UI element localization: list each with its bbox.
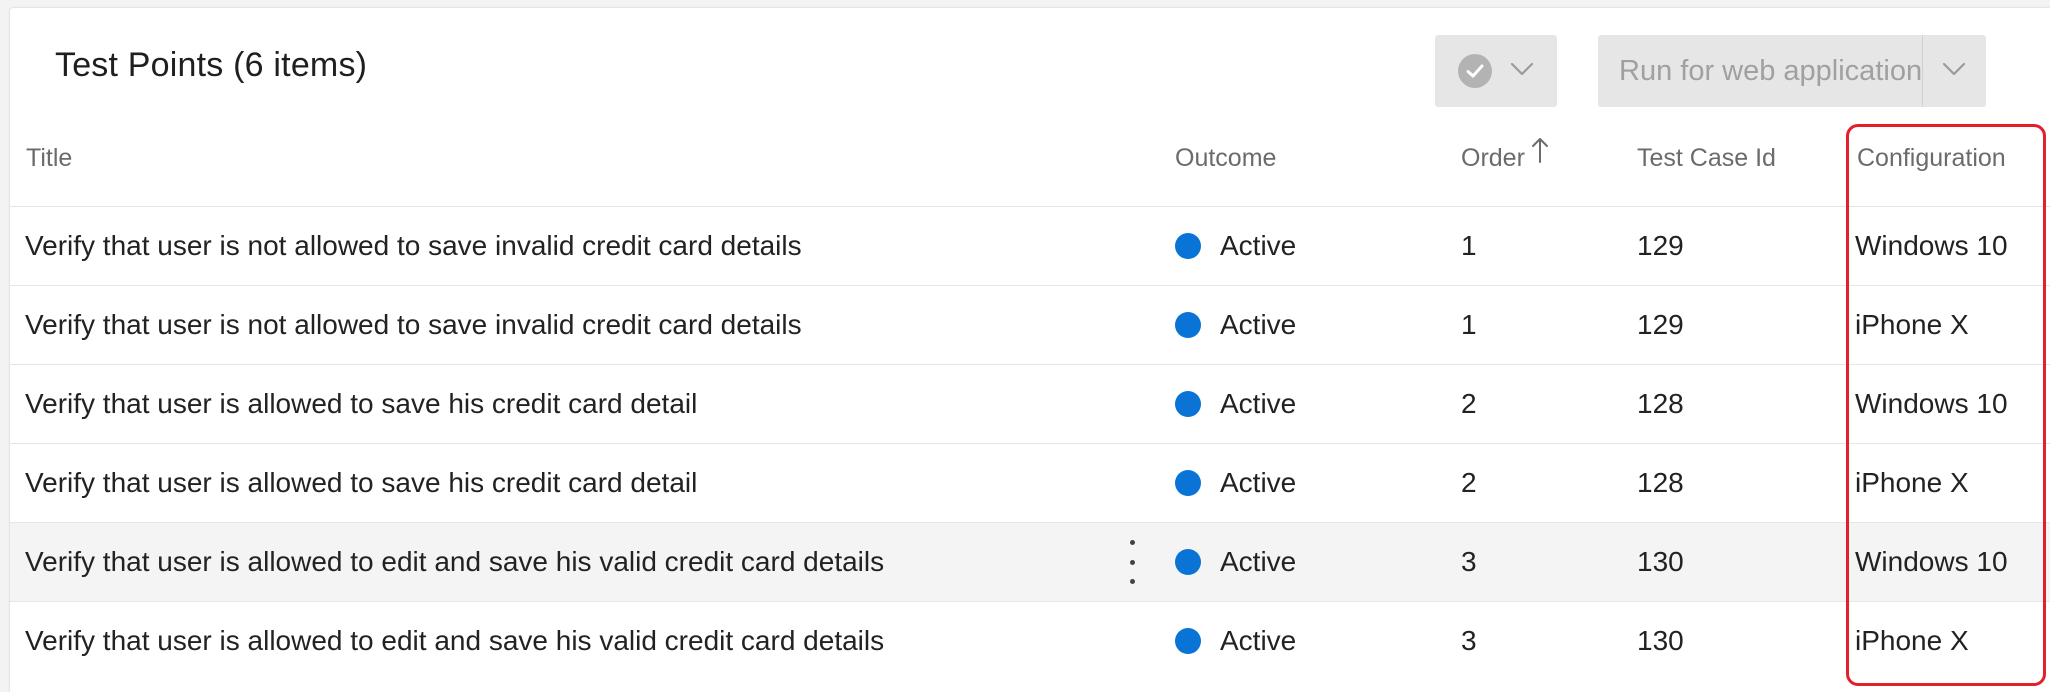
active-status-dot-icon — [1175, 628, 1201, 654]
column-header-title[interactable]: Title — [26, 116, 72, 206]
row-test-case-id: 128 — [1637, 467, 1684, 498]
row-order: 3 — [1461, 625, 1477, 656]
sort-ascending-icon — [1531, 114, 1549, 198]
more-actions-icon[interactable] — [1120, 540, 1144, 584]
active-status-dot-icon — [1175, 312, 1201, 338]
row-outcome: Active — [1220, 467, 1297, 498]
row-order: 1 — [1461, 230, 1477, 261]
column-header-order[interactable]: Order — [1461, 116, 1549, 206]
row-test-case-id: 130 — [1637, 546, 1684, 577]
column-header-order-label: Order — [1461, 144, 1525, 172]
column-header-test-case-id[interactable]: Test Case Id — [1637, 116, 1776, 206]
row-outcome: Active — [1220, 546, 1297, 577]
row-outcome: Active — [1220, 309, 1297, 340]
active-status-dot-icon — [1175, 391, 1201, 417]
row-title: Verify that user is allowed to save his … — [25, 388, 698, 419]
table-row[interactable]: Verify that user is allowed to edit and … — [10, 602, 2050, 680]
row-title: Verify that user is not allowed to save … — [25, 309, 802, 340]
row-title: Verify that user is allowed to edit and … — [25, 625, 885, 656]
table-row[interactable]: Verify that user is allowed to save his … — [10, 444, 2050, 523]
table-row[interactable]: Verify that user is allowed to edit and … — [10, 523, 2050, 602]
active-status-dot-icon — [1175, 470, 1201, 496]
row-test-case-id: 129 — [1637, 309, 1684, 340]
row-title: Verify that user is allowed to save his … — [25, 467, 698, 498]
check-circle-icon — [1458, 54, 1492, 88]
table-row[interactable]: Verify that user is not allowed to save … — [10, 207, 2050, 286]
page-title: Test Points (6 items) — [55, 46, 368, 84]
chevron-down-icon — [1942, 62, 1966, 81]
row-test-case-id: 129 — [1637, 230, 1684, 261]
run-for-web-application-button[interactable]: Run for web application — [1598, 35, 1986, 107]
row-order: 3 — [1461, 546, 1477, 577]
table-header: Title Outcome Order Test Case Id Configu… — [10, 116, 2050, 207]
table-row[interactable]: Verify that user is not allowed to save … — [10, 286, 2050, 365]
test-points-panel: Test Points (6 items) Run for web applic… — [10, 8, 2050, 692]
row-outcome: Active — [1220, 388, 1297, 419]
column-header-outcome[interactable]: Outcome — [1175, 116, 1276, 206]
row-title: Verify that user is allowed to edit and … — [25, 546, 885, 577]
active-status-dot-icon — [1175, 549, 1201, 575]
row-order: 1 — [1461, 309, 1477, 340]
row-test-case-id: 128 — [1637, 388, 1684, 419]
row-order: 2 — [1461, 388, 1477, 419]
run-button-label: Run for web application — [1619, 54, 1923, 87]
chevron-down-icon — [1510, 62, 1534, 81]
configuration-column-highlight — [1846, 124, 2046, 686]
active-status-dot-icon — [1175, 233, 1201, 259]
row-order: 2 — [1461, 467, 1477, 498]
row-outcome: Active — [1220, 230, 1297, 261]
mark-outcome-button[interactable] — [1435, 35, 1557, 107]
table-row[interactable]: Verify that user is allowed to save his … — [10, 365, 2050, 444]
run-options-dropdown[interactable] — [1923, 35, 1986, 107]
row-title: Verify that user is not allowed to save … — [25, 230, 802, 261]
row-test-case-id: 130 — [1637, 625, 1684, 656]
row-outcome: Active — [1220, 625, 1297, 656]
